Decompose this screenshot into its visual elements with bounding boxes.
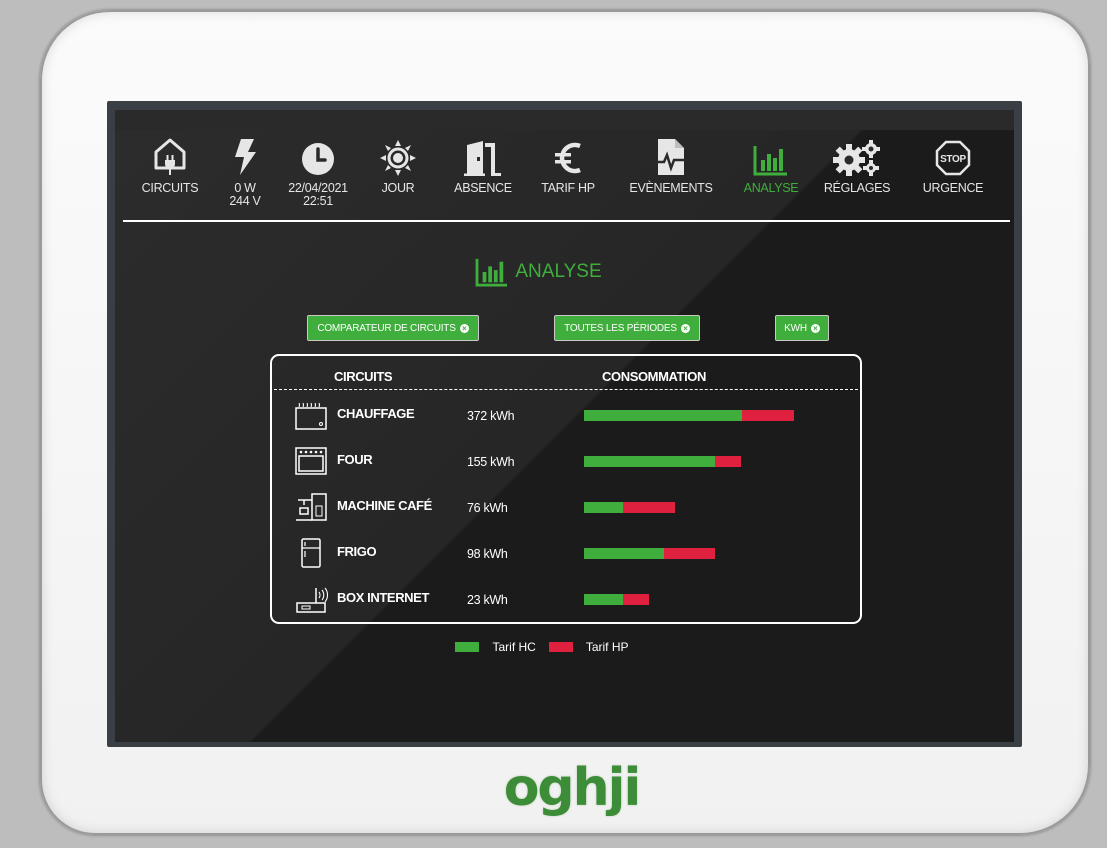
bar-hp — [741, 410, 794, 421]
bar-hc — [584, 594, 624, 605]
bar-hc — [584, 502, 624, 513]
stop-sign-icon: STOP — [911, 132, 995, 176]
circuit-name: BOX INTERNET — [337, 590, 429, 605]
consumption-bar — [584, 548, 716, 559]
clock-icon — [279, 132, 357, 176]
legend-label-hp: Tarif HP — [585, 640, 629, 654]
lightning-icon — [215, 132, 275, 176]
nav-sub-label: 244 V — [229, 194, 261, 208]
table-row[interactable]: BOX INTERNET 23 kWh — [272, 584, 860, 624]
circuit-name: MACHINE CAFÉ — [337, 498, 432, 513]
circuit-name: FRIGO — [337, 544, 377, 559]
close-icon: × — [459, 323, 469, 333]
bar-hp — [623, 594, 650, 605]
column-header-consumption: CONSOMMATION — [602, 369, 707, 384]
column-header-circuits: CIRCUITS — [334, 369, 393, 384]
consumption-bar — [584, 594, 650, 605]
bar-hc — [584, 410, 742, 421]
nav-tarif[interactable]: TARIF HP — [535, 132, 601, 195]
header-divider — [274, 389, 858, 390]
circuit-name: CHAUFFAGE — [337, 406, 415, 421]
nav-label: EVÈNEMENTS — [629, 181, 713, 195]
nav-absence[interactable]: ABSENCE — [449, 132, 517, 195]
button-label: COMPARATEUR DE CIRCUITS — [317, 322, 456, 334]
table-row[interactable]: FRIGO 98 kWh — [272, 538, 860, 578]
nav-day-mode[interactable]: JOUR — [373, 132, 423, 195]
legend-label-hc: Tarif HC — [492, 640, 536, 654]
bar-chart-icon — [475, 258, 508, 287]
nav-label: ANALYSE — [743, 181, 799, 195]
nav-sub-label: 22:51 — [303, 194, 333, 208]
circuit-value: 98 kWh — [467, 547, 508, 561]
main-navigation: CIRCUITS 0 W 244 V 22/04/2021 22:51 JOUR — [115, 132, 1014, 220]
nav-label: 22/04/2021 — [288, 181, 348, 195]
nav-power[interactable]: 0 W 244 V — [215, 132, 275, 208]
circuit-value: 372 kWh — [467, 409, 515, 423]
gears-icon — [817, 132, 897, 176]
consumption-bar — [584, 456, 742, 467]
consumption-bar — [584, 410, 794, 421]
coffee-machine-icon — [296, 493, 327, 521]
nav-emergency[interactable]: STOP URGENCE — [911, 132, 995, 195]
legend-swatch-hc — [455, 642, 480, 652]
button-label: TOUTES LES PÉRIODES — [564, 322, 677, 334]
bar-chart-icon — [735, 132, 807, 176]
bar-hc — [584, 548, 665, 559]
nav-circuits[interactable]: CIRCUITS — [127, 132, 213, 195]
table-row[interactable]: MACHINE CAFÉ 76 kWh — [272, 492, 860, 532]
nav-divider — [123, 220, 1010, 222]
page-title: ANALYSE — [115, 257, 988, 287]
bar-hp — [714, 456, 742, 467]
status-strip — [115, 110, 1014, 130]
close-icon: × — [810, 323, 820, 333]
touch-screen: CIRCUITS 0 W 244 V 22/04/2021 22:51 JOUR — [115, 110, 1014, 742]
door-icon — [449, 132, 517, 176]
consumption-table: CIRCUITS CONSOMMATION CHAUFFAGE 372 kWh … — [270, 354, 862, 624]
brand-logo: oghji — [503, 758, 642, 818]
nav-label: TARIF HP — [541, 181, 595, 195]
comparator-filter-button[interactable]: COMPARATEUR DE CIRCUITS × — [307, 315, 479, 341]
nav-analysis[interactable]: ANALYSE — [735, 132, 807, 195]
circuit-name: FOUR — [337, 452, 373, 467]
nav-label: CIRCUITS — [141, 181, 199, 195]
consumption-bar — [584, 502, 676, 513]
nav-label: ABSENCE — [454, 181, 512, 195]
table-row[interactable]: FOUR 155 kWh — [272, 446, 860, 486]
fridge-icon — [301, 538, 321, 568]
period-filter-button[interactable]: TOUTES LES PÉRIODES × — [554, 315, 700, 341]
circuit-value: 76 kWh — [467, 501, 508, 515]
table-row[interactable]: CHAUFFAGE 372 kWh — [272, 400, 860, 440]
sun-icon — [373, 132, 423, 176]
close-icon: × — [680, 323, 690, 333]
chart-legend: Tarif HC Tarif HP — [115, 640, 998, 654]
radiator-icon — [295, 402, 327, 430]
document-pulse-icon — [617, 132, 725, 176]
circuit-value: 23 kWh — [467, 593, 508, 607]
nav-label: URGENCE — [922, 181, 984, 195]
nav-label: 0 W — [234, 181, 256, 195]
legend-swatch-hp — [548, 642, 573, 652]
euro-icon — [535, 132, 601, 176]
nav-settings[interactable]: RÉGLAGES — [817, 132, 897, 195]
nav-datetime[interactable]: 22/04/2021 22:51 — [279, 132, 357, 208]
router-icon — [296, 587, 329, 613]
bar-hc — [584, 456, 715, 467]
nav-events[interactable]: EVÈNEMENTS — [617, 132, 725, 195]
nav-label: RÉGLAGES — [823, 181, 891, 195]
svg-text:STOP: STOP — [940, 154, 966, 165]
nav-label: JOUR — [381, 181, 415, 195]
bar-hp — [623, 502, 676, 513]
oven-icon — [295, 447, 327, 475]
page-title-text: ANALYSE — [515, 261, 602, 282]
unit-filter-button[interactable]: KWH × — [775, 315, 829, 341]
house-plug-icon — [127, 132, 213, 176]
button-label: KWH — [784, 322, 807, 334]
bar-hp — [664, 548, 716, 559]
circuit-value: 155 kWh — [467, 455, 515, 469]
